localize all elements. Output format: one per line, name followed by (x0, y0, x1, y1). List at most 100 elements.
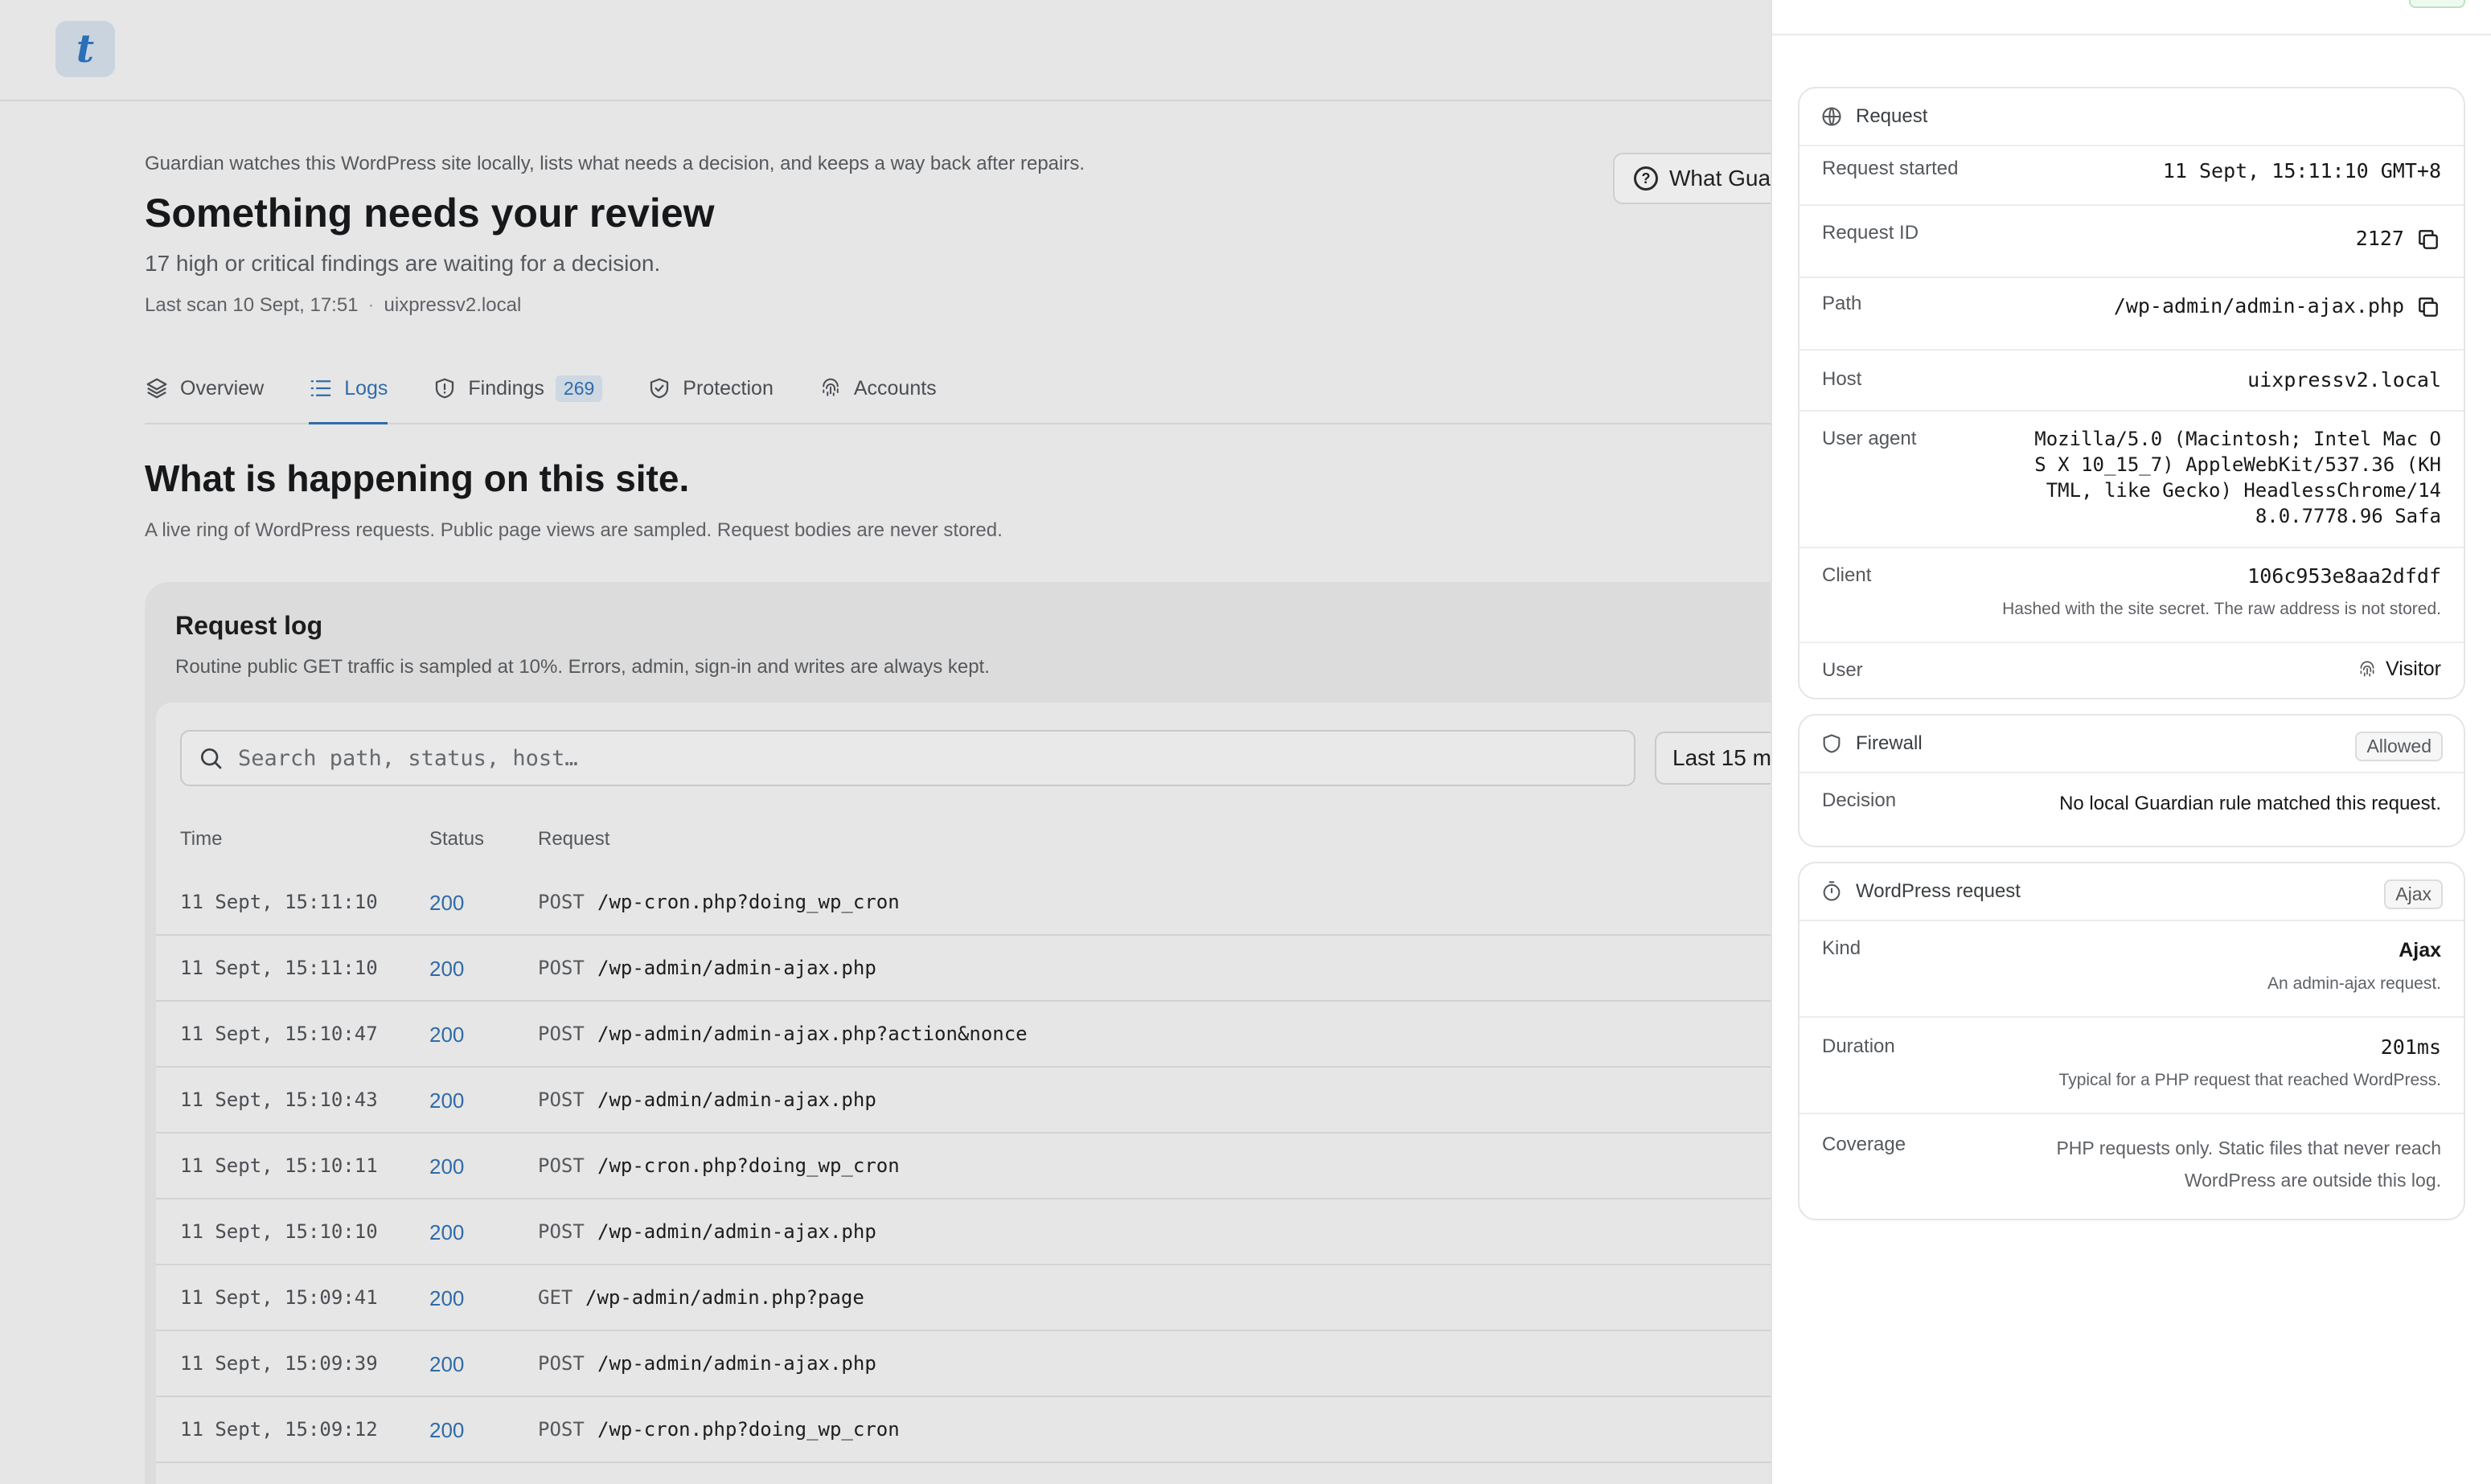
request-panel: Request Request started 11 Sept, 15:11:1… (1798, 87, 2465, 699)
tab-label: Accounts (853, 376, 937, 400)
tab-findings[interactable]: Findings 269 (433, 354, 603, 423)
request-detail-drawer: Request Request started 11 Sept, 15:11:1… (1772, 0, 2491, 1484)
logo-letter: t (76, 27, 95, 72)
request-log-title: Request log (175, 611, 323, 640)
row-path: /wp-admin/admin-ajax.php (597, 1352, 876, 1375)
client-value: 106c953e8aa2dfdf (2247, 564, 2441, 588)
kind-note: An admin-ajax request. (2267, 974, 2441, 993)
path-row: Path /wp-admin/admin-ajax.php (1800, 278, 2464, 351)
firewall-heading: Firewall (1856, 732, 1923, 754)
site-host: uixpressv2.local (384, 294, 522, 316)
table-row[interactable]: 11 Sept, 15:09:12 200 POST/wp-cron.php?doi… (156, 1397, 1772, 1463)
wordpress-request-heading: WordPress request (1856, 880, 2021, 902)
table-row[interactable]: 11 Sept, 15:09:39 200 POST/wp-admin/admin-… (156, 1331, 1772, 1397)
table-row[interactable]: 11 Sept, 15:11:10 200 POST/wp-admin/admin-… (156, 936, 1772, 1002)
row-time: 11 Sept, 15:09:39 (180, 1352, 378, 1375)
top-bar: t (0, 0, 1772, 101)
app-logo[interactable]: t (55, 21, 115, 77)
tab-accounts[interactable]: Accounts (819, 354, 937, 423)
section-description: A live ring of WordPress requests. Publi… (145, 519, 1003, 541)
row-status: 200 (429, 891, 465, 915)
firewall-panel-header: Firewall Allowed (1800, 715, 2464, 773)
user-value: Visitor (2385, 658, 2441, 680)
request-kind-badge: Ajax (2384, 879, 2443, 909)
row-time: 11 Sept, 15:10:47 (180, 1023, 378, 1045)
globe-icon (1822, 107, 1841, 126)
copy-icon[interactable] (2415, 227, 2441, 252)
page-subtitle: 17 high or critical findings are waiting… (145, 251, 661, 276)
row-time: 11 Sept, 15:11:10 (180, 957, 378, 979)
findings-count-badge: 269 (555, 375, 603, 402)
fingerprint-icon (823, 378, 839, 396)
column-time: Time (180, 828, 223, 850)
row-time: 11 Sept, 15:10:10 (180, 1220, 378, 1243)
row-time: 11 Sept, 15:11:10 (180, 891, 378, 913)
fingerprint-icon (2360, 660, 2374, 676)
decision-row: Decision No local Guardian rule matched … (1800, 773, 2464, 844)
user-agent-line: S X 10_15_7) AppleWebKit/537.36 (KH (2034, 453, 2441, 476)
request-log-description: Routine public GET traffic is sampled at… (175, 656, 990, 678)
table-row[interactable]: 11 Sept, 15:09:41 200 GET/wp-admin/admin.p… (156, 1265, 1772, 1331)
search-input[interactable] (238, 745, 1605, 771)
row-path: /wp-cron.php?doing_wp_cron (597, 891, 900, 913)
timer-icon (1823, 881, 1841, 901)
row-status: 200 (429, 957, 465, 981)
client-row: Client 106c953e8aa2dfdf Hashed with the … (1800, 548, 2464, 643)
row-path: /wp-admin/admin-ajax.php (597, 1088, 876, 1111)
row-status: 200 (429, 1220, 465, 1244)
tab-label: Protection (683, 376, 774, 400)
tab-protection[interactable]: Protection (647, 354, 774, 423)
tab-label: Logs (344, 376, 388, 400)
request-table: 11 Sept, 15:11:10 200 POST/wp-cron.php?doi… (156, 870, 1772, 1463)
table-row[interactable]: 11 Sept, 15:10:47 200 POST/wp-admin/admin-… (156, 1002, 1772, 1068)
row-path: /wp-cron.php?doing_wp_cron (597, 1418, 900, 1441)
user-agent-row: User agent Mozilla/5.0 (Macintosh; Intel… (1800, 412, 2464, 548)
row-method: POST (538, 957, 585, 979)
path-value-wrap: /wp-admin/admin-ajax.php (2114, 294, 2441, 320)
tab-bar: Overview Logs Findings 269 Protection Ac… (145, 354, 1772, 424)
row-path: /wp-admin/admin-ajax.php?action&nonce (597, 1023, 1028, 1045)
path-label: Path (1822, 293, 1862, 314)
row-time: 11 Sept, 15:10:43 (180, 1088, 378, 1111)
row-status: 200 (429, 1286, 465, 1310)
layers-icon (146, 378, 167, 399)
row-method: POST (538, 891, 585, 913)
table-header: Time Status Request (180, 828, 1780, 854)
path-value: /wp-admin/admin-ajax.php (2113, 294, 2404, 318)
last-scan: Last scan 10 Sept, 17:51 (145, 294, 359, 316)
coverage-label: Coverage (1822, 1133, 1906, 1155)
tab-logs[interactable]: Logs (309, 354, 388, 424)
coverage-line: WordPress are outside this log. (2184, 1170, 2441, 1191)
row-method: POST (538, 1023, 585, 1045)
request-panel-header: Request (1800, 88, 2464, 146)
search-icon (201, 748, 222, 769)
shield-check-icon (650, 378, 669, 399)
column-status: Status (429, 828, 485, 850)
tab-overview[interactable]: Overview (145, 354, 264, 423)
table-row[interactable]: 11 Sept, 15:11:10 200 POST/wp-cron.php?doi… (156, 870, 1772, 936)
request-started-label: Request started (1822, 158, 1959, 179)
table-row[interactable]: 11 Sept, 15:10:11 200 POST/wp-cron.php?doi… (156, 1133, 1772, 1199)
firewall-status-badge: Allowed (2355, 732, 2443, 761)
user-label: User (1822, 659, 1863, 681)
copy-icon[interactable] (2415, 294, 2441, 320)
row-method: POST (538, 1220, 585, 1243)
search-field[interactable] (180, 730, 1635, 786)
user-row: User Visitor (1800, 643, 2464, 698)
shield-icon (1823, 734, 1841, 753)
table-row[interactable]: 11 Sept, 15:10:10 200 POST/wp-admin/admin-… (156, 1199, 1772, 1265)
row-path: /wp-admin/admin-ajax.php (597, 957, 876, 979)
request-started-value: 11 Sept, 15:11:10 GMT+8 (2162, 159, 2441, 182)
host-label: Host (1822, 368, 1862, 390)
page-eyebrow: Guardian watches this WordPress site loc… (145, 153, 1085, 174)
drawer-status-pill (2409, 0, 2465, 8)
host-value: uixpressv2.local (2247, 368, 2441, 391)
column-request: Request (538, 828, 610, 850)
row-status: 200 (429, 1352, 465, 1376)
user-value-wrap: Visitor (2357, 658, 2441, 681)
request-id-row: Request ID 2127 (1800, 206, 2464, 278)
drawer-divider (1772, 34, 2491, 35)
duration-label: Duration (1822, 1035, 1895, 1057)
table-row[interactable]: 11 Sept, 15:10:43 200 POST/wp-admin/admin-… (156, 1068, 1772, 1133)
user-agent-line: TML, like Gecko) HeadlessChrome/14 (2046, 479, 2441, 502)
